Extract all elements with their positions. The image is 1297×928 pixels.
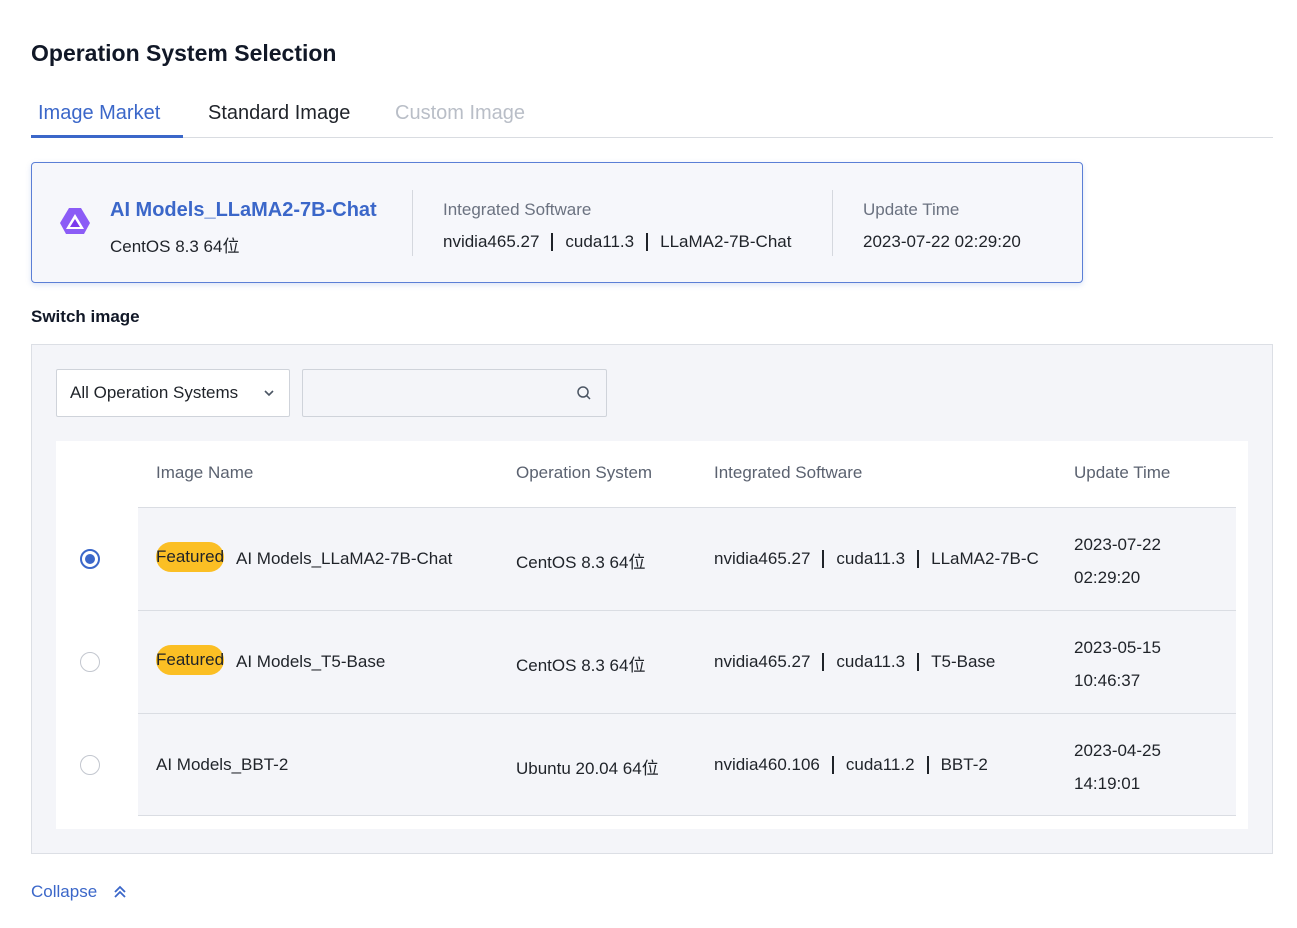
double-chevron-up-icon — [114, 885, 126, 898]
current-image-update-time: 2023-07-22 02:29:20 — [863, 232, 1021, 251]
software-item: nvidia465.27 — [714, 652, 811, 671]
separator — [831, 756, 834, 774]
software-item: LLaMA2-7B-Chat — [660, 232, 792, 251]
triangle-logo-icon — [60, 208, 90, 234]
image-source-tabs: Image Market Standard Image Custom Image — [31, 94, 1273, 138]
image-software: nvidia460.106 cuda11.2 BBT-2 — [714, 755, 1046, 775]
image-update-time: 2023-05-15 10:46:37 — [1074, 631, 1161, 697]
software-item: nvidia465.27 — [714, 549, 811, 568]
featured-badge: Featured — [156, 645, 224, 675]
update-clock: 14:19:01 — [1074, 774, 1141, 793]
search-input[interactable] — [303, 370, 563, 416]
software-item: T5-Base — [931, 652, 996, 671]
image-os: CentOS 8.3 64位 — [516, 656, 646, 675]
tab-custom-image: Custom Image — [395, 102, 526, 124]
tab-standard-image[interactable]: Standard Image — [208, 94, 350, 138]
image-os: Ubuntu 20.04 64位 — [516, 759, 659, 778]
image-table: Image Name Operation System Integrated S… — [56, 441, 1248, 829]
row-radio[interactable] — [80, 549, 100, 569]
update-clock: 02:29:20 — [1074, 568, 1141, 587]
separator — [646, 233, 649, 251]
update-time-label: Update Time — [863, 200, 960, 219]
separator — [926, 756, 929, 774]
software-item: BBT-2 — [940, 755, 988, 774]
image-software: nvidia465.27 cuda11.3 T5-Base — [714, 652, 1046, 672]
software-item: cuda11.2 — [845, 755, 915, 774]
image-os: CentOS 8.3 64位 — [516, 553, 646, 572]
current-image-name: AI Models_LLaMA2-7B-Chat — [110, 199, 377, 221]
table-row[interactable]: Featured AI Models_T5-Base CentOS 8.3 64… — [80, 610, 1236, 713]
os-filter-select[interactable]: All Operation Systems — [56, 369, 290, 417]
image-name: AI Models_BBT-2 — [156, 755, 289, 774]
separator — [822, 550, 825, 568]
current-image-os: CentOS 8.3 64位 — [110, 237, 240, 256]
integrated-software-label: Integrated Software — [443, 200, 592, 219]
software-item: cuda11.3 — [565, 232, 635, 251]
image-software: nvidia465.27 cuda11.3 LLaMA2-7B-C — [714, 549, 1046, 569]
switch-image-panel: All Operation Systems Image Name Operati… — [31, 344, 1273, 854]
update-date: 2023-07-22 — [1074, 535, 1161, 554]
search-icon[interactable] — [576, 385, 592, 401]
current-image-software: nvidia465.27 cuda11.3 LLaMA2-7B-Chat — [443, 232, 791, 252]
software-item: cuda11.3 — [836, 652, 906, 671]
image-name: AI Models_LLaMA2-7B-Chat — [236, 549, 453, 568]
image-name: AI Models_T5-Base — [236, 652, 386, 671]
os-filter-value: All Operation Systems — [70, 383, 239, 402]
software-item: cuda11.3 — [836, 549, 906, 568]
row-radio[interactable] — [80, 652, 100, 672]
separator — [917, 653, 920, 671]
header-image-name: Image Name — [156, 463, 254, 482]
collapse-label: Collapse — [31, 882, 98, 901]
image-update-time: 2023-07-22 02:29:20 — [1074, 528, 1161, 594]
separator — [822, 653, 825, 671]
table-row[interactable]: Featured AI Models_LLaMA2-7B-Chat CentOS… — [80, 507, 1236, 610]
header-integrated-software: Integrated Software — [714, 463, 863, 482]
software-item: nvidia460.106 — [714, 755, 820, 774]
update-clock: 10:46:37 — [1074, 671, 1141, 690]
chevron-down-icon — [263, 370, 275, 434]
software-item: LLaMA2-7B-C — [931, 549, 1039, 568]
table-row[interactable]: AI Models_BBT-2 Ubuntu 20.04 64位 nvidia4… — [80, 713, 1236, 816]
switch-image-label: Switch image — [31, 307, 140, 326]
separator — [917, 550, 920, 568]
separator — [551, 233, 554, 251]
card-divider — [412, 190, 413, 256]
header-operation-system: Operation System — [516, 463, 653, 482]
tab-image-market[interactable]: Image Market — [31, 94, 183, 138]
current-image-card: AI Models_LLaMA2-7B-Chat CentOS 8.3 64位 … — [31, 162, 1083, 283]
header-update-time: Update Time — [1074, 463, 1171, 482]
page-title: Operation System Selection — [31, 40, 337, 66]
featured-badge: Featured — [156, 542, 224, 572]
row-radio[interactable] — [80, 755, 100, 775]
image-search-box — [302, 369, 607, 417]
collapse-button[interactable]: Collapse — [31, 882, 127, 902]
update-date: 2023-05-15 — [1074, 638, 1161, 657]
card-divider — [832, 190, 833, 256]
software-item: nvidia465.27 — [443, 232, 540, 251]
update-date: 2023-04-25 — [1074, 741, 1161, 760]
image-update-time: 2023-04-25 14:19:01 — [1074, 734, 1161, 800]
